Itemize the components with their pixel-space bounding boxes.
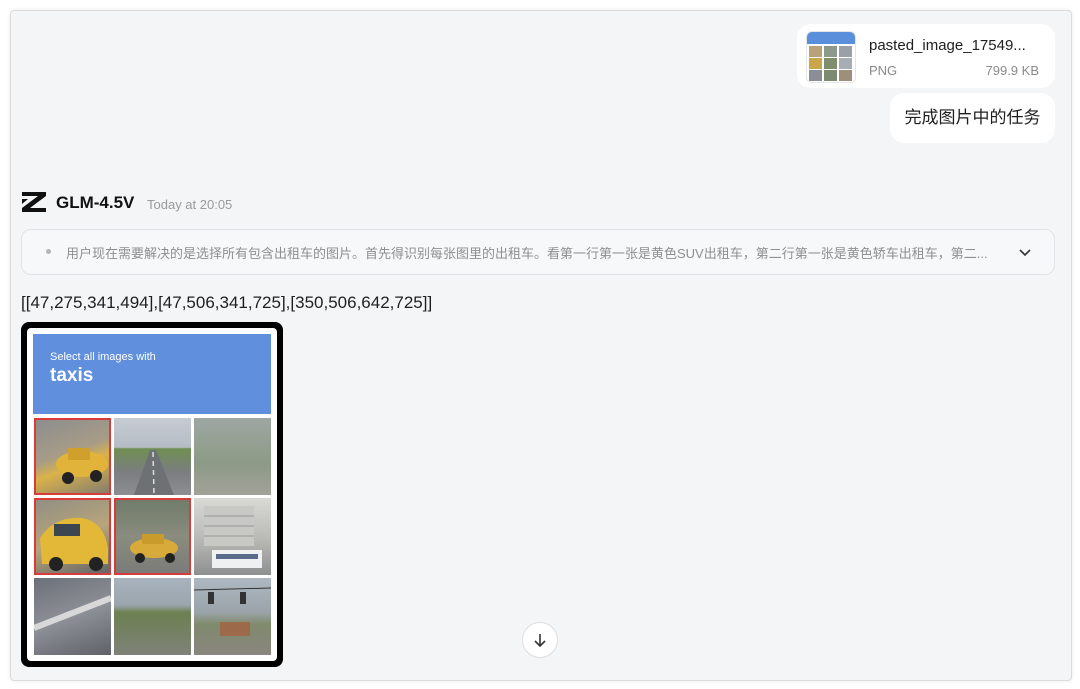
attachment-size: 799.9 KB (985, 63, 1040, 78)
captcha-banner: Select all images with taxis (33, 334, 271, 414)
chevron-down-icon[interactable] (1018, 245, 1032, 259)
answer-text: [[47,275,341,494],[47,506,341,725],[350,… (21, 293, 433, 312)
attachment-name: pasted_image_17549... (869, 37, 1026, 54)
z-logo-icon (22, 192, 46, 212)
user-message-bubble: 完成图片中的任务 (890, 93, 1055, 143)
captcha-tile[interactable] (34, 498, 111, 575)
captcha-tile[interactable] (194, 498, 271, 575)
captcha-prompt-big: taxis (50, 365, 94, 386)
thinking-panel[interactable]: 用户现在需要解决的是选择所有包含出租车的图片。首先得识别每张图里的出租车。看第一… (21, 229, 1055, 275)
message-timestamp: Today at 20:05 (147, 197, 233, 212)
attachment-type: PNG (869, 63, 898, 78)
captcha-tile[interactable] (114, 578, 191, 655)
image-thumbnail-icon (806, 31, 856, 83)
captcha-tile[interactable] (114, 498, 191, 575)
model-name: GLM-4.5V (56, 193, 135, 212)
captcha-tile[interactable] (34, 418, 111, 495)
captcha-tile[interactable] (194, 578, 271, 655)
thinking-summary: 用户现在需要解决的是选择所有包含出租车的图片。首先得识别每张图里的出租车。看第一… (66, 246, 988, 261)
captcha-prompt-small: Select all images with (50, 351, 156, 363)
scroll-down-button[interactable] (522, 622, 558, 658)
arrow-down-icon (534, 634, 546, 648)
attachment-card[interactable]: pasted_image_17549... PNG 799.9 KB (797, 24, 1055, 88)
captcha-tile[interactable] (114, 418, 191, 495)
captcha-tile[interactable] (34, 578, 111, 655)
bullet-icon (46, 249, 51, 254)
chat-window: pasted_image_17549... PNG 799.9 KB 完成图片中… (10, 10, 1072, 681)
captcha-tile[interactable] (194, 418, 271, 495)
captcha-image[interactable]: Select all images with taxis (21, 322, 283, 667)
